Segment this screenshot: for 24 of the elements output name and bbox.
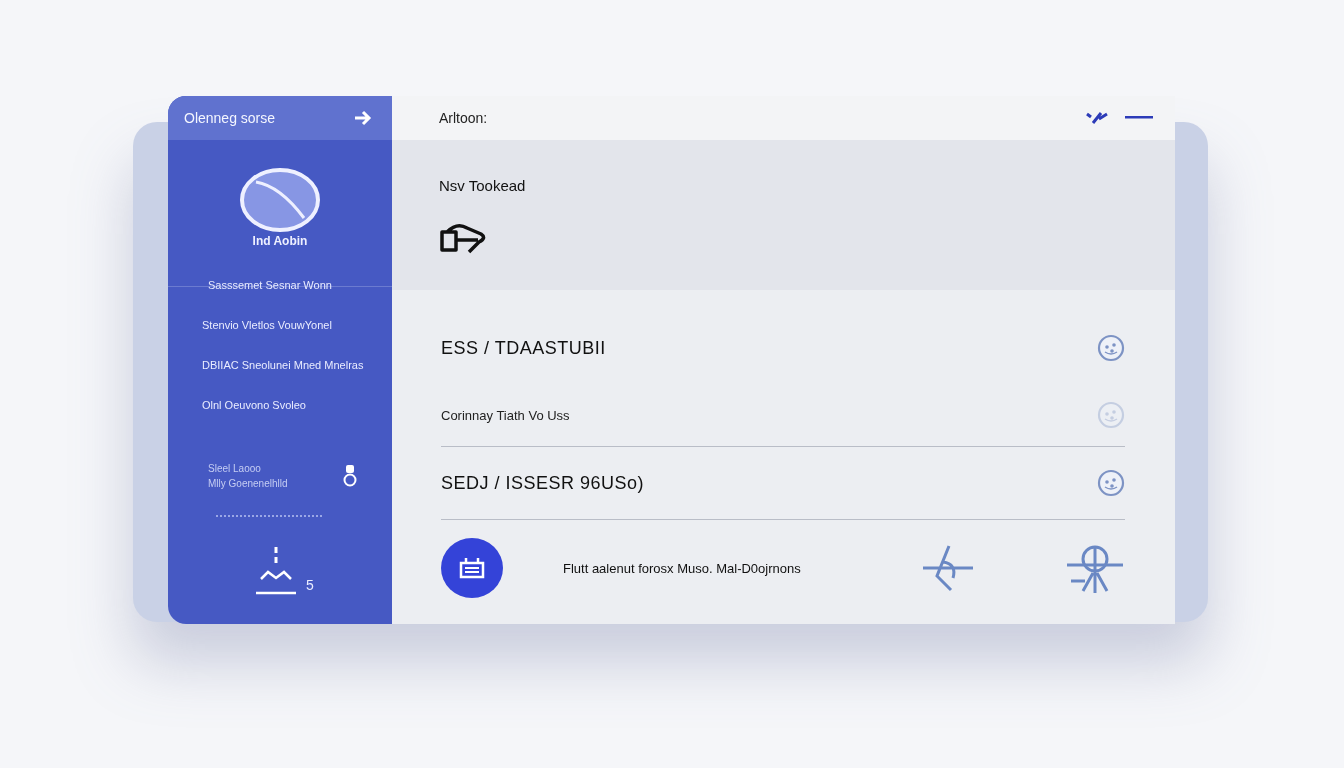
action-text: Flutt aalenut forosx Muso. Mal-D0ojrnons <box>563 560 802 576</box>
sidebar-item[interactable]: Sasssemet Sesnar Wonn <box>208 279 392 291</box>
avatar-icon <box>240 168 320 232</box>
list-row[interactable]: SEDJ / ISSESR 96USo) <box>441 447 1125 520</box>
calendar-icon <box>458 556 486 580</box>
sidebar-title: Olenneg sorse <box>184 110 276 126</box>
list-row[interactable]: Corinnay Tiath Vo Uss <box>441 384 1125 447</box>
arrow-right-icon[interactable] <box>354 110 372 126</box>
sidebar-item[interactable]: DBIIAC Sneolunei Mned Mnelras <box>202 359 392 371</box>
note-text: Sleel Laooo <box>208 463 262 474</box>
row-title: SEDJ / ISSESR 96USo) <box>441 472 645 494</box>
page-title: Arltoon: <box>439 110 488 126</box>
footer-count: 5 <box>306 577 314 595</box>
minimize-icon[interactable] <box>1125 116 1153 120</box>
note-text: Mlly Goenenelhlld <box>208 478 288 489</box>
row-title: ESS / TDAASTUBII <box>441 337 606 359</box>
list-row[interactable]: ESS / TDAASTUBII <box>441 312 1125 384</box>
bulb-icon <box>342 464 358 488</box>
sidebar-item[interactable]: Olnl Oeuvono Svoleo <box>202 399 392 411</box>
sidebar-item[interactable]: Stenvio Vletlos VouwYonel <box>202 319 392 331</box>
profile-name: Ind Aobin <box>252 234 308 248</box>
row-title: Corinnay Tiath Vo Uss <box>441 407 570 423</box>
hero-title: Nsv Tookead <box>439 176 527 194</box>
wave-stand-icon <box>256 547 297 595</box>
